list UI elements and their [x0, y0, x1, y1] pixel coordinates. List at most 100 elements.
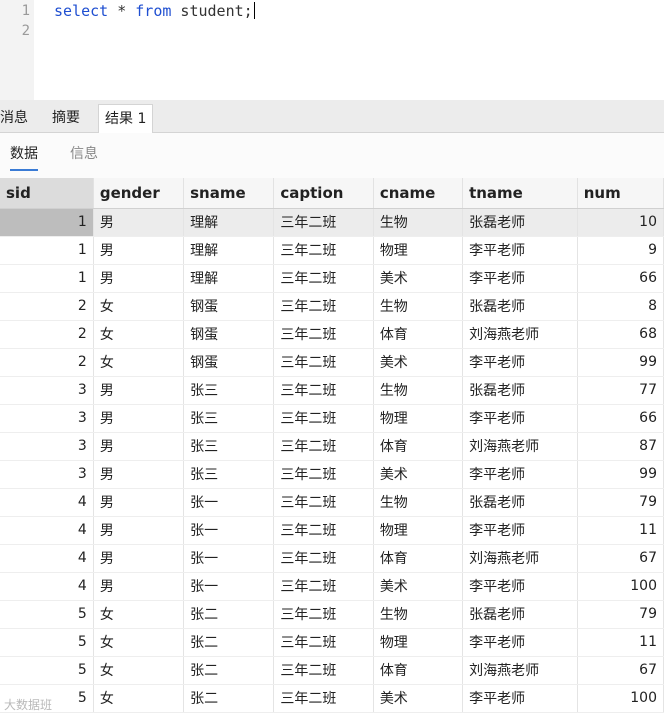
table-row[interactable]: 2 女钢蛋 三年二班 美术 李平老师 99: [0, 348, 664, 377]
column-header-cname[interactable]: cname: [373, 178, 464, 209]
table-row[interactable]: 1 男理解 三年二班 美术 李平老师 66: [0, 264, 664, 293]
cell-caption[interactable]: 三年二班: [273, 600, 374, 629]
table-row[interactable]: 3 男张三 三年二班 美术 李平老师 99: [0, 460, 664, 489]
cell-gender[interactable]: 男: [93, 376, 185, 405]
cell-sname[interactable]: 张二: [183, 628, 275, 657]
cell-sname[interactable]: 张三: [183, 404, 275, 433]
table-row[interactable]: 5 女张二 三年二班 体育 刘海燕老师 67: [0, 656, 664, 685]
column-header-sid[interactable]: sid: [0, 178, 94, 209]
cell-tname[interactable]: 张磊老师: [462, 208, 578, 237]
cell-sid[interactable]: 4: [0, 544, 94, 573]
cell-caption[interactable]: 三年二班: [273, 656, 374, 685]
cell-gender[interactable]: 女: [93, 320, 185, 349]
cell-sid[interactable]: 3: [0, 376, 94, 405]
cell-gender[interactable]: 男: [93, 460, 185, 489]
cell-num[interactable]: 67: [577, 656, 664, 685]
cell-caption[interactable]: 三年二班: [273, 348, 374, 377]
cell-tname[interactable]: 刘海燕老师: [462, 656, 578, 685]
cell-gender[interactable]: 女: [93, 600, 185, 629]
tab-result-1[interactable]: 结果 1: [98, 104, 154, 134]
cell-sid[interactable]: 1: [0, 208, 94, 237]
cell-num[interactable]: 79: [577, 488, 664, 517]
cell-cname[interactable]: 生物: [373, 376, 464, 405]
table-row[interactable]: 1 男理解 三年二班 物理 李平老师 9: [0, 236, 664, 265]
cell-sid[interactable]: 5: [0, 600, 94, 629]
cell-sname[interactable]: 理解: [183, 264, 275, 293]
column-header-caption[interactable]: caption: [273, 178, 374, 209]
table-row[interactable]: 4 男张一 三年二班 体育 刘海燕老师 67: [0, 544, 664, 573]
cell-num[interactable]: 79: [577, 600, 664, 629]
cell-tname[interactable]: 李平老师: [462, 348, 578, 377]
cell-caption[interactable]: 三年二班: [273, 292, 374, 321]
cell-cname[interactable]: 生物: [373, 208, 464, 237]
column-header-num[interactable]: num: [577, 178, 664, 209]
column-header-tname[interactable]: tname: [462, 178, 578, 209]
tab-messages[interactable]: 消息: [0, 104, 34, 133]
table-row[interactable]: 4 男张一 三年二班 物理 李平老师 11: [0, 516, 664, 545]
cell-sid[interactable]: 1: [0, 236, 94, 265]
cell-sname[interactable]: 张二: [183, 684, 275, 713]
cell-sname[interactable]: 理解: [183, 236, 275, 265]
cell-caption[interactable]: 三年二班: [273, 488, 374, 517]
cell-gender[interactable]: 女: [93, 348, 185, 377]
cell-sname[interactable]: 张三: [183, 432, 275, 461]
cell-cname[interactable]: 美术: [373, 264, 464, 293]
cell-caption[interactable]: 三年二班: [273, 684, 374, 713]
cell-cname[interactable]: 生物: [373, 488, 464, 517]
cell-cname[interactable]: 美术: [373, 348, 464, 377]
cell-tname[interactable]: 李平老师: [462, 572, 578, 601]
cell-tname[interactable]: 张磊老师: [462, 600, 578, 629]
cell-sname[interactable]: 张一: [183, 516, 275, 545]
table-row[interactable]: 1 男理解 三年二班 生物 张磊老师 10: [0, 208, 664, 237]
cell-sname[interactable]: 张三: [183, 376, 275, 405]
cell-caption[interactable]: 三年二班: [273, 320, 374, 349]
table-row[interactable]: 5 女张二 三年二班 物理 李平老师 11: [0, 628, 664, 657]
subtab-data[interactable]: 数据: [10, 143, 38, 171]
column-header-sname[interactable]: sname: [183, 178, 275, 209]
cell-sname[interactable]: 张一: [183, 544, 275, 573]
cell-num[interactable]: 67: [577, 544, 664, 573]
cell-tname[interactable]: 张磊老师: [462, 376, 578, 405]
table-row[interactable]: 2 女钢蛋 三年二班 体育 刘海燕老师 68: [0, 320, 664, 349]
cell-gender[interactable]: 男: [93, 208, 185, 237]
cell-cname[interactable]: 体育: [373, 432, 464, 461]
cell-num[interactable]: 66: [577, 404, 664, 433]
cell-gender[interactable]: 女: [93, 292, 185, 321]
cell-cname[interactable]: 物理: [373, 404, 464, 433]
cell-gender[interactable]: 男: [93, 544, 185, 573]
cell-tname[interactable]: 李平老师: [462, 404, 578, 433]
cell-sid[interactable]: 4: [0, 572, 94, 601]
column-header-gender[interactable]: gender: [93, 178, 185, 209]
cell-caption[interactable]: 三年二班: [273, 460, 374, 489]
cell-sid[interactable]: 3: [0, 432, 94, 461]
code-line-1[interactable]: select * from student;: [54, 2, 255, 20]
cell-cname[interactable]: 物理: [373, 628, 464, 657]
cell-sname[interactable]: 钢蛋: [183, 348, 275, 377]
cell-caption[interactable]: 三年二班: [273, 572, 374, 601]
cell-sid[interactable]: 2: [0, 292, 94, 321]
cell-tname[interactable]: 李平老师: [462, 236, 578, 265]
subtab-info[interactable]: 信息: [70, 143, 98, 169]
cell-gender[interactable]: 男: [93, 432, 185, 461]
cell-tname[interactable]: 刘海燕老师: [462, 320, 578, 349]
cell-sid[interactable]: 5: [0, 628, 94, 657]
cell-tname[interactable]: 张磊老师: [462, 292, 578, 321]
cell-sid[interactable]: 2: [0, 348, 94, 377]
cell-gender[interactable]: 男: [93, 236, 185, 265]
cell-caption[interactable]: 三年二班: [273, 628, 374, 657]
cell-num[interactable]: 11: [577, 516, 664, 545]
table-row[interactable]: 4 男张一 三年二班 生物 张磊老师 79: [0, 488, 664, 517]
cell-cname[interactable]: 美术: [373, 684, 464, 713]
cell-sid[interactable]: 4: [0, 516, 94, 545]
cell-num[interactable]: 11: [577, 628, 664, 657]
cell-num[interactable]: 77: [577, 376, 664, 405]
table-row[interactable]: 4 男张一 三年二班 美术 李平老师 100: [0, 572, 664, 601]
cell-sname[interactable]: 张一: [183, 488, 275, 517]
cell-num[interactable]: 99: [577, 460, 664, 489]
cell-sname[interactable]: 钢蛋: [183, 292, 275, 321]
cell-num[interactable]: 87: [577, 432, 664, 461]
table-row[interactable]: 3 男张三 三年二班 物理 李平老师 66: [0, 404, 664, 433]
cell-tname[interactable]: 李平老师: [462, 516, 578, 545]
cell-sname[interactable]: 张二: [183, 600, 275, 629]
cell-cname[interactable]: 体育: [373, 320, 464, 349]
